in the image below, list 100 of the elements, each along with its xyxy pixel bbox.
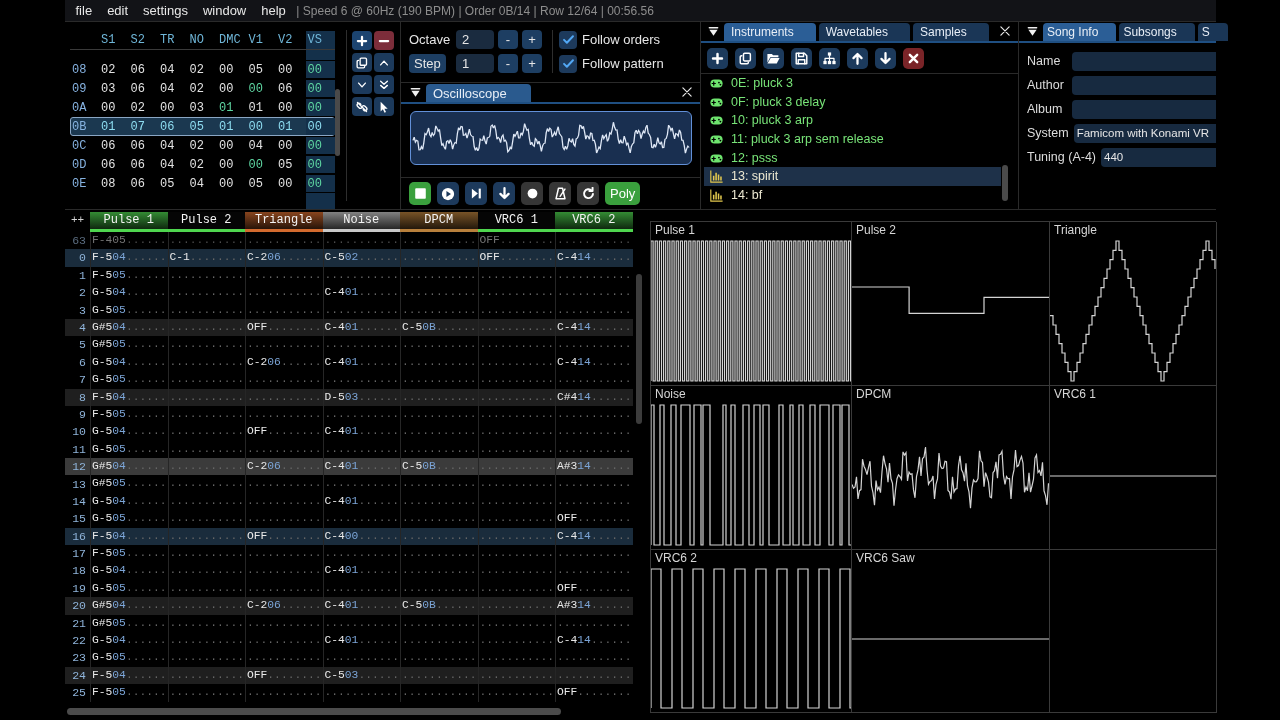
panel-tab[interactable]: Song Info — [1043, 23, 1117, 41]
order-row[interactable]: 0B 01 07 06 05 01 00 01 00 — [70, 117, 335, 136]
panel-tab[interactable]: Wavetables — [818, 23, 910, 41]
channel-header[interactable]: Triangle — [245, 212, 323, 232]
instrument-item[interactable]: 12: psss — [704, 148, 1001, 168]
scrollbar-thumb[interactable] — [335, 89, 340, 156]
panel-tab[interactable]: Samples — [912, 23, 989, 41]
add-button[interactable] — [352, 31, 372, 50]
pattern-cell: ........... — [555, 301, 633, 319]
order-cell-text: 02 — [188, 80, 205, 97]
checkbox[interactable] — [559, 30, 577, 49]
checkbox[interactable] — [559, 54, 577, 73]
instrument-item[interactable]: 11: pluck 3 arp sem release — [704, 130, 1001, 149]
delete-button[interactable] — [903, 47, 924, 69]
column-header[interactable]: DMC — [217, 31, 247, 49]
scrollbar-thumb[interactable] — [67, 707, 561, 715]
record-button[interactable] — [521, 182, 543, 205]
column-header[interactable]: S2 — [128, 31, 158, 49]
record-icon — [525, 187, 539, 200]
channel-header[interactable]: DPCM — [400, 212, 478, 232]
pattern-cell: ........... — [400, 249, 478, 267]
pattern-cell: ........... — [167, 266, 245, 285]
order-cell-text: 04 — [159, 80, 176, 97]
order-row[interactable]: 0A 00 02 00 03 01 01 00 00 — [70, 98, 335, 117]
cursor-button[interactable] — [374, 97, 394, 116]
text-input[interactable] — [1072, 76, 1216, 95]
pattern-cell: ........... — [400, 614, 478, 632]
panel-tab[interactable]: Oscilloscope — [426, 84, 531, 102]
column-header[interactable]: V2 — [276, 31, 306, 49]
channel-header[interactable]: VRC6 1 — [477, 212, 555, 232]
repeat-button[interactable] — [577, 182, 599, 205]
order-row[interactable]: 08 02 06 04 02 00 05 00 00 — [70, 60, 335, 79]
step-down-button[interactable] — [493, 182, 515, 205]
order-row[interactable]: 09 03 06 04 02 00 00 06 00 — [70, 79, 335, 98]
pattern-cell: ........... — [477, 284, 555, 302]
column-header[interactable]: V1 — [246, 31, 276, 49]
number-input[interactable]: 2 — [456, 30, 494, 49]
pattern-cell: ........... — [167, 318, 245, 337]
instrument-item[interactable]: 0F: pluck 3 delay — [704, 92, 1001, 112]
text-input[interactable] — [1072, 52, 1216, 71]
menu-item[interactable]: file — [68, 0, 100, 21]
pattern-cell: ........... — [167, 684, 245, 702]
instrument-item[interactable]: 14: bf — [704, 186, 1001, 205]
scrollbar-thumb[interactable] — [1002, 165, 1008, 201]
panel-tab[interactable]: S — [1197, 23, 1228, 41]
add-button[interactable] — [707, 47, 728, 69]
hierarchy-button[interactable] — [819, 47, 840, 69]
stop-button[interactable] — [409, 182, 431, 205]
menu-item[interactable]: window — [195, 0, 254, 21]
increment-button[interactable]: + — [522, 54, 542, 73]
collapse-triangle-icon — [708, 26, 719, 37]
column-header[interactable]: NO — [187, 31, 217, 49]
instrument-item[interactable]: 0E: pluck 3 — [704, 74, 1001, 93]
move-up-button[interactable] — [374, 53, 394, 72]
text-input[interactable]: 440 — [1101, 148, 1216, 167]
columns-toggle-button[interactable]: ++ — [65, 212, 90, 228]
duplicate-button[interactable] — [352, 53, 372, 72]
metronome-button[interactable] — [549, 182, 571, 205]
move-down-button[interactable] — [875, 47, 896, 69]
order-row[interactable]: 0D 06 06 04 02 00 00 05 00 — [70, 155, 335, 174]
menu-item[interactable]: settings — [135, 0, 196, 21]
column-highlight — [305, 193, 335, 209]
play-button[interactable] — [437, 182, 459, 205]
close-button[interactable] — [999, 25, 1011, 37]
pattern-cell: ........... — [245, 475, 323, 493]
text-input[interactable] — [1072, 100, 1216, 119]
setting-button[interactable]: Step — [409, 54, 446, 73]
order-row[interactable]: 0C 06 06 04 02 00 04 00 00 — [70, 136, 335, 155]
channel-header[interactable]: Pulse 1 — [90, 212, 168, 232]
increment-button[interactable]: + — [522, 30, 542, 49]
column-header[interactable]: S1 — [99, 31, 129, 49]
scroll-down-button[interactable] — [374, 75, 394, 94]
number-input[interactable]: 1 — [456, 54, 494, 73]
instrument-item[interactable]: 10: pluck 3 arp — [704, 111, 1001, 131]
menu-item[interactable]: edit — [99, 0, 136, 21]
move-down-button[interactable] — [352, 75, 372, 94]
close-button[interactable] — [681, 86, 693, 98]
decrement-button[interactable]: - — [498, 54, 518, 73]
pattern-cell: G#504...... — [90, 318, 168, 337]
column-header[interactable]: TR — [158, 31, 188, 49]
channel-header[interactable]: VRC6 2 — [555, 212, 633, 232]
remove-button[interactable] — [374, 31, 394, 50]
panel-tab[interactable]: Subsongs — [1119, 23, 1195, 41]
step-forward-button[interactable] — [465, 182, 487, 205]
cross-icon — [907, 51, 920, 65]
menu-item[interactable]: help — [253, 0, 294, 21]
open-button[interactable] — [763, 47, 784, 69]
move-up-button[interactable] — [847, 47, 868, 69]
decrement-button[interactable]: - — [498, 30, 518, 49]
duplicate-button[interactable] — [735, 47, 756, 69]
unlink-button[interactable] — [352, 97, 372, 116]
panel-tab[interactable]: Instruments — [724, 23, 816, 41]
save-button[interactable] — [791, 47, 812, 69]
scrollbar-thumb[interactable] — [635, 274, 642, 424]
channel-header[interactable]: Noise — [322, 212, 400, 232]
instrument-item[interactable]: 13: spirit — [704, 167, 1001, 187]
channel-header[interactable]: Pulse 2 — [167, 212, 245, 232]
order-row[interactable]: 0E 08 06 05 04 00 05 00 00 — [70, 174, 335, 193]
text-input[interactable]: Famicom with Konami VR — [1073, 124, 1216, 143]
column-header[interactable]: VS — [305, 31, 335, 49]
